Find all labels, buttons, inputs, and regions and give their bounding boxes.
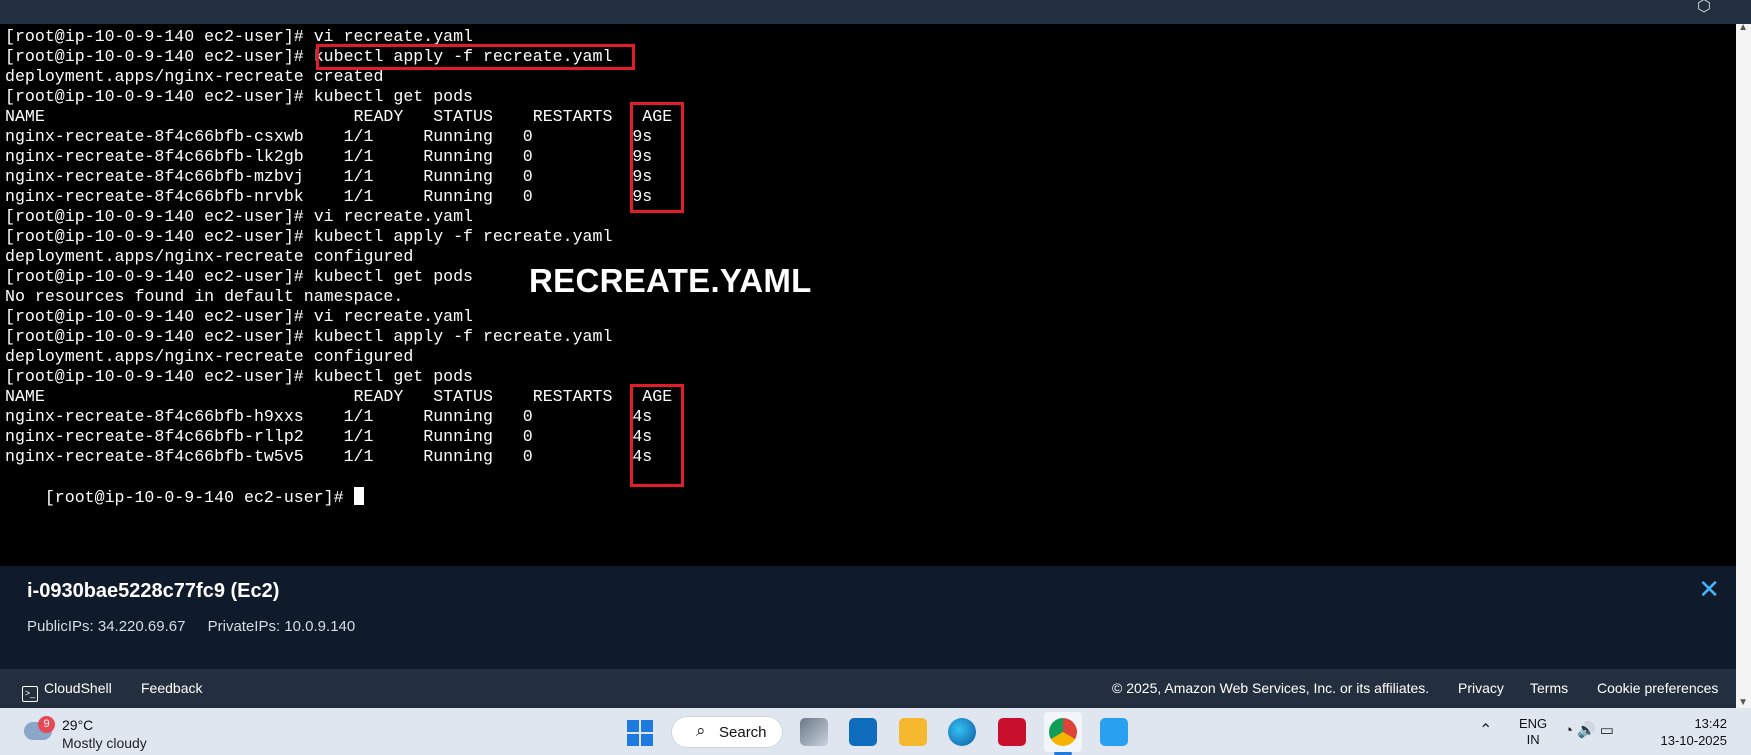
cloudshell-label: CloudShell bbox=[44, 680, 112, 696]
terminal-cursor bbox=[353, 487, 364, 505]
terms-link[interactable]: Terms bbox=[1530, 680, 1568, 696]
terminal-line: [root@ip-10-0-9-140 ec2-user]# vi recrea… bbox=[5, 207, 474, 226]
cloudshell-icon: >_ bbox=[22, 686, 38, 702]
terminal-output: [root@ip-10-0-9-140 ec2-user]# vi recrea… bbox=[5, 27, 672, 467]
privacy-link[interactable]: Privacy bbox=[1458, 680, 1504, 696]
terminal-line: [root@ip-10-0-9-140 ec2-user]# kubectl a… bbox=[5, 227, 613, 246]
file-explorer-icon[interactable] bbox=[899, 718, 927, 746]
cloudshell-button[interactable]: >_ CloudShell bbox=[22, 680, 112, 702]
top-bar: ⬡ bbox=[0, 0, 1751, 24]
public-ips: PublicIPs: 34.220.69.67 bbox=[27, 618, 186, 635]
terminal-line: nginx-recreate-8f4c66bfb-rllp2 1/1 Runni… bbox=[5, 427, 653, 446]
overlay-title: RECREATE.YAML bbox=[529, 262, 812, 299]
terminal-line: [root@ip-10-0-9-140 ec2-user]# kubectl g… bbox=[5, 367, 474, 386]
windows-taskbar: 9 29°C Mostly cloudy ⌕ Search ⌃ ENG IN ◔… bbox=[0, 708, 1751, 755]
clock-date: 13-10-2025 bbox=[1660, 733, 1728, 748]
copyright-text: © 2025, Amazon Web Services, Inc. or its… bbox=[1112, 680, 1430, 696]
terminal-line: [root@ip-10-0-9-140 ec2-user]# kubectl a… bbox=[5, 327, 613, 346]
terminal-line: nginx-recreate-8f4c66bfb-nrvbk 1/1 Runni… bbox=[5, 187, 653, 206]
terminal-line: nginx-recreate-8f4c66bfb-mzbvj 1/1 Runni… bbox=[5, 167, 653, 186]
feedback-link[interactable]: Feedback bbox=[141, 680, 202, 696]
wifi-icon[interactable]: ◔ bbox=[1564, 722, 1577, 739]
weather-description: Mostly cloudy bbox=[62, 735, 147, 751]
search-icon: ⌕ bbox=[696, 721, 706, 740]
taskbar-search[interactable]: ⌕ Search bbox=[671, 716, 783, 748]
volume-icon[interactable]: 🔊 bbox=[1577, 722, 1600, 739]
close-icon[interactable]: ✕ bbox=[1698, 576, 1720, 602]
terminal-window[interactable]: [root@ip-10-0-9-140 ec2-user]# vi recrea… bbox=[0, 24, 1736, 564]
terminal-line: [root@ip-10-0-9-140 ec2-user]# vi recrea… bbox=[5, 307, 474, 326]
outlook-icon[interactable] bbox=[849, 718, 877, 746]
private-ips: PrivateIPs: 10.0.9.140 bbox=[207, 618, 356, 635]
terminal-line: nginx-recreate-8f4c66bfb-tw5v5 1/1 Runni… bbox=[5, 447, 653, 466]
terminal-line: NAME READY STATUS RESTARTS AGE bbox=[5, 107, 673, 126]
scroll-down-icon[interactable]: ▼ bbox=[1738, 697, 1748, 708]
taskbar-clock[interactable]: 13:42 13-10-2025 bbox=[1661, 715, 1728, 749]
windows-start-icon[interactable] bbox=[627, 720, 653, 746]
notepad-icon[interactable] bbox=[1100, 718, 1128, 746]
terminal-line: nginx-recreate-8f4c66bfb-csxwb 1/1 Runni… bbox=[5, 127, 653, 146]
edge-icon[interactable] bbox=[948, 718, 976, 746]
terminal-line: NAME READY STATUS RESTARTS AGE bbox=[5, 387, 673, 406]
terminal-line: deployment.apps/nginx-recreate created bbox=[5, 67, 384, 86]
settings-icon[interactable]: ⬡ bbox=[1697, 0, 1711, 15]
weather-badge: 9 bbox=[38, 716, 55, 733]
console-footer: >_ CloudShell Feedback © 2025, Amazon Web… bbox=[0, 669, 1736, 708]
highlight-age-column-2 bbox=[630, 384, 684, 487]
language-bottom: IN bbox=[1526, 732, 1540, 747]
screen-recorder-icon[interactable] bbox=[998, 718, 1026, 746]
battery-icon[interactable]: ▭ bbox=[1600, 722, 1618, 739]
highlight-apply-command bbox=[316, 44, 635, 70]
instance-ips: PublicIPs: 34.220.69.67 PrivateIPs: 10.0… bbox=[27, 618, 373, 635]
chrome-icon[interactable] bbox=[1049, 718, 1077, 746]
page-scrollbar[interactable]: ▲ ▼ bbox=[1736, 22, 1751, 708]
weather-temperature: 29°C bbox=[62, 717, 94, 733]
terminal-line: deployment.apps/nginx-recreate configure… bbox=[5, 347, 414, 366]
cookie-preferences-link[interactable]: Cookie preferences bbox=[1597, 680, 1718, 696]
scroll-up-icon[interactable]: ▲ bbox=[1738, 22, 1748, 33]
language-indicator[interactable]: ENG IN bbox=[1519, 716, 1547, 748]
language-top: ENG bbox=[1519, 716, 1548, 731]
terminal-prompt-line[interactable]: [root@ip-10-0-9-140 ec2-user]# bbox=[5, 467, 364, 507]
search-label: Search bbox=[719, 724, 767, 741]
terminal-line: [root@ip-10-0-9-140 ec2-user]# kubectl g… bbox=[5, 87, 474, 106]
highlight-age-column-1 bbox=[630, 102, 684, 213]
clock-time: 13:42 bbox=[1694, 716, 1727, 731]
instance-title: i-0930bae5228c77fc9 (Ec2) bbox=[27, 580, 280, 602]
terminal-line: nginx-recreate-8f4c66bfb-h9xxs 1/1 Runni… bbox=[5, 407, 653, 426]
chevron-up-icon[interactable]: ⌃ bbox=[1479, 720, 1492, 740]
task-view-icon[interactable] bbox=[800, 718, 828, 746]
system-tray-icons[interactable]: ◔🔊▭ bbox=[1564, 721, 1618, 739]
terminal-line: nginx-recreate-8f4c66bfb-lk2gb 1/1 Runni… bbox=[5, 147, 653, 166]
instance-info-panel: i-0930bae5228c77fc9 (Ec2) PublicIPs: 34.… bbox=[0, 566, 1736, 669]
terminal-prompt: [root@ip-10-0-9-140 ec2-user]# bbox=[44, 488, 354, 507]
